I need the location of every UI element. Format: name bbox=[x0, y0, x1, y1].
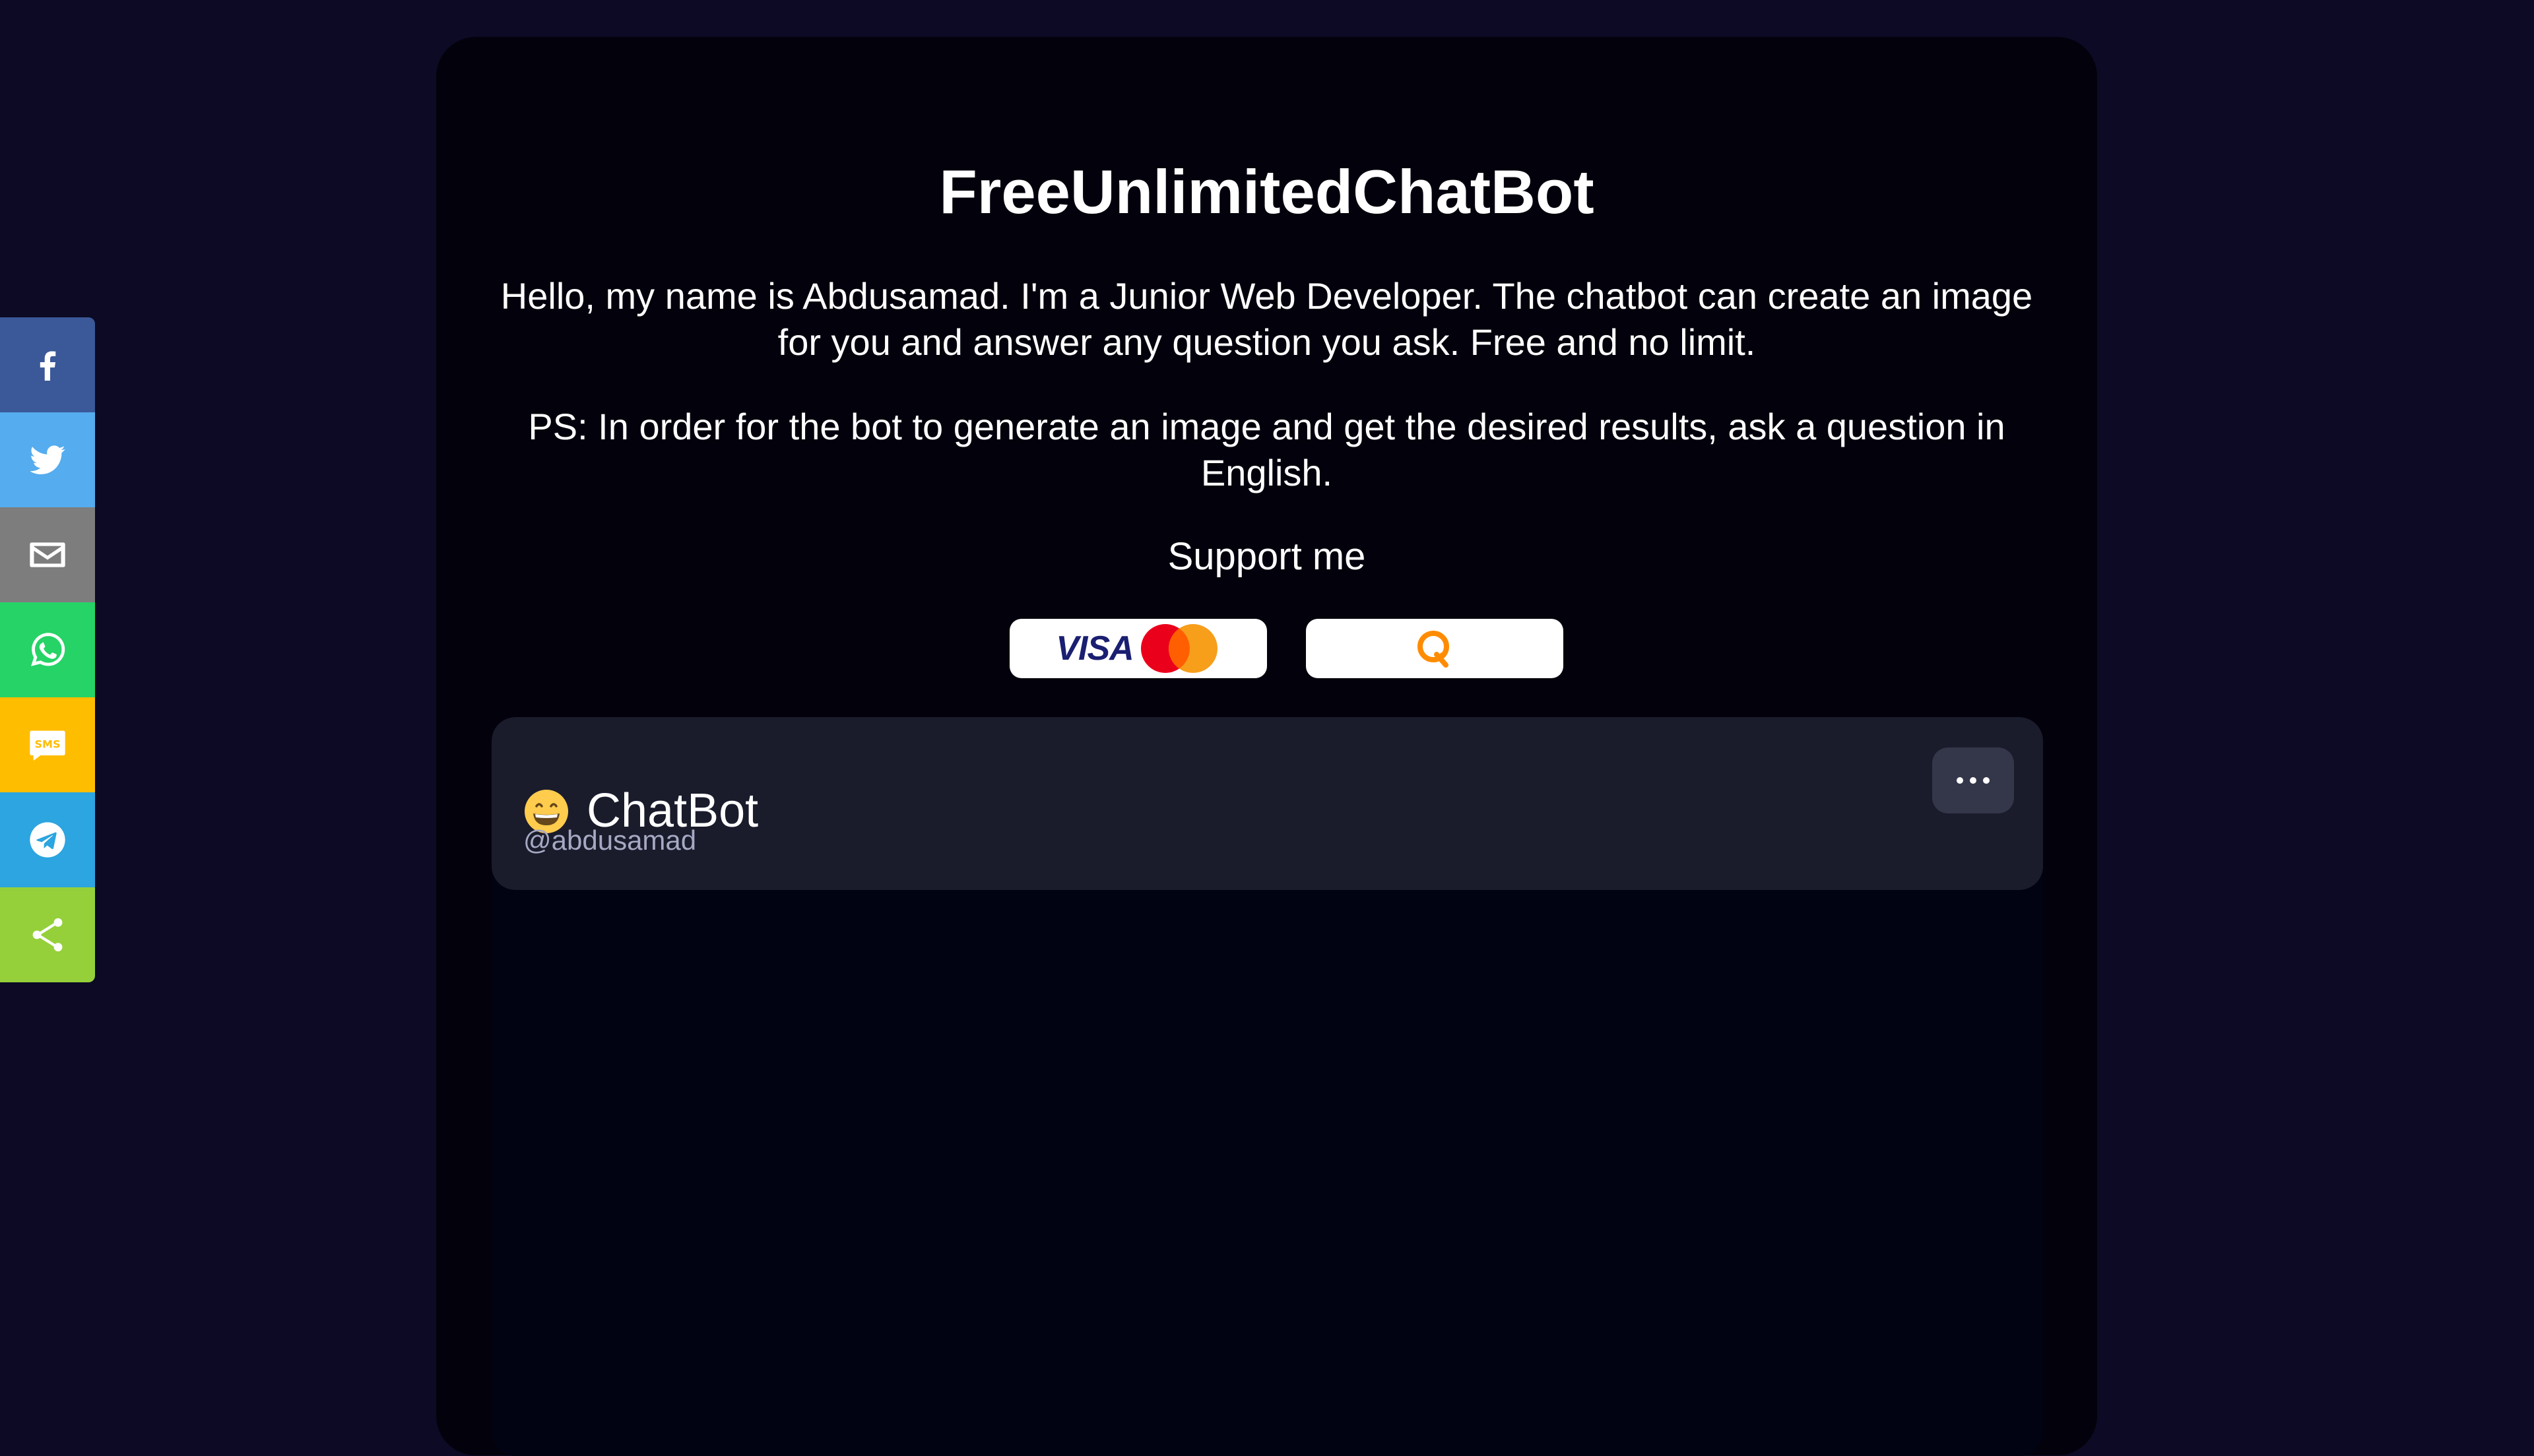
share-telegram-button[interactable] bbox=[0, 792, 95, 887]
share-twitter-button[interactable] bbox=[0, 412, 95, 507]
mail-icon bbox=[30, 542, 65, 567]
main-card: FreeUnlimitedChatBot Hello, my name is A… bbox=[436, 37, 2097, 1456]
chat-header: ChatBot @abdusamad bbox=[492, 717, 2043, 890]
qiwi-logo-icon bbox=[1417, 631, 1449, 668]
share-email-button[interactable] bbox=[0, 507, 95, 602]
mastercard-logo-icon bbox=[1140, 624, 1218, 673]
share-facebook-button[interactable] bbox=[0, 317, 95, 412]
page-title: FreeUnlimitedChatBot bbox=[939, 157, 1594, 226]
support-title: Support me bbox=[1167, 535, 1366, 578]
ps-note: PS: In order for the bot to generate an … bbox=[528, 406, 2005, 493]
share-sidebar: SMS bbox=[0, 317, 95, 982]
share-more-button[interactable] bbox=[0, 887, 95, 982]
share-whatsapp-button[interactable] bbox=[0, 602, 95, 697]
twitter-icon bbox=[30, 445, 65, 474]
visa-mastercard-button[interactable]: VISA bbox=[1010, 619, 1267, 678]
share-icon bbox=[32, 918, 63, 952]
chat-menu-button[interactable] bbox=[1932, 747, 2014, 813]
payment-options: VISA bbox=[436, 619, 2097, 678]
telegram-icon bbox=[30, 822, 65, 858]
qiwi-button[interactable] bbox=[1306, 619, 1563, 678]
sms-icon: SMS bbox=[30, 730, 65, 761]
visa-logo: VISA bbox=[1056, 629, 1134, 668]
more-horizontal-icon bbox=[1957, 777, 1990, 784]
intro-text: Hello, my name is Abdusamad. I'm a Junio… bbox=[500, 275, 2033, 363]
whatsapp-icon bbox=[31, 633, 65, 666]
svg-text:SMS: SMS bbox=[35, 738, 61, 750]
share-sms-button[interactable]: SMS bbox=[0, 697, 95, 792]
chat-panel: ChatBot @abdusamad bbox=[492, 717, 2043, 1456]
facebook-icon bbox=[40, 351, 56, 381]
bot-handle: @abdusamad bbox=[523, 825, 697, 856]
